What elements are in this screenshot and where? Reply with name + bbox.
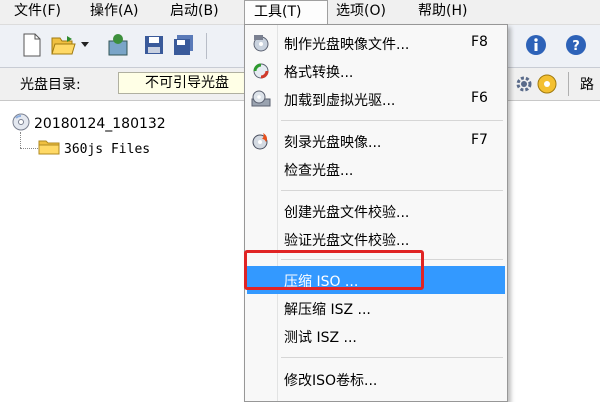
menu-item-label: 测试 ISZ ... [284, 330, 357, 346]
virtual-drive-icon [251, 90, 271, 108]
menu-item-label: 加载到虚拟光驱... [284, 93, 396, 109]
convert-icon [251, 62, 271, 80]
disc-settings-icon[interactable] [536, 73, 558, 99]
menu-options[interactable]: 选项(O) [330, 0, 392, 24]
tree-root-label: 20180124_180132 [34, 116, 166, 132]
burn-icon [251, 132, 271, 150]
menu-file[interactable]: 文件(F) [8, 0, 67, 24]
tree-item-label: 360js Files [64, 141, 151, 157]
menu-item-label: 格式转换... [284, 65, 354, 81]
tree-connector [20, 148, 38, 150]
save-as-icon[interactable] [170, 31, 198, 59]
menu-item-shortcut: F7 [471, 132, 488, 148]
menu-item-shortcut: F8 [471, 34, 488, 50]
tree-root[interactable]: 20180124_180132 [12, 113, 166, 135]
menu-boot[interactable]: 启动(B) [164, 0, 225, 24]
menu-item-shortcut: F6 [471, 90, 488, 106]
menu-action[interactable]: 操作(A) [84, 0, 145, 24]
folder-icon [38, 139, 60, 159]
info-icon[interactable] [522, 31, 550, 59]
menu-item-convert[interactable]: 格式转换... [247, 57, 505, 85]
gear-icon[interactable] [514, 74, 534, 98]
menu-item-label: 创建光盘文件校验... [284, 205, 410, 221]
menu-item-burn-image[interactable]: 刻录光盘映像... F7 [247, 127, 505, 155]
menu-item-check-disc[interactable]: 检查光盘... [247, 155, 505, 183]
svg-text:?: ? [572, 39, 580, 54]
menu-tools[interactable]: 工具(T) [244, 0, 328, 24]
menu-item-label: 刻录光盘映像... [284, 135, 382, 151]
chevron-down-icon[interactable] [78, 31, 92, 59]
menu-separator [281, 190, 503, 191]
tree-item[interactable]: 360js Files [38, 139, 150, 159]
menu-item-mount-virtual[interactable]: 加载到虚拟光驱... F6 [247, 85, 505, 113]
menu-separator [281, 357, 503, 358]
menu-bar: 文件(F) 操作(A) 启动(B) 工具(T) 选项(O) 帮助(H) [0, 0, 600, 25]
menu-item-verify-checksum[interactable]: 验证光盘文件校验... [247, 225, 505, 253]
menu-help[interactable]: 帮助(H) [412, 0, 473, 24]
help-icon[interactable]: ? [562, 31, 590, 59]
menu-item-test-isz[interactable]: 测试 ISZ ... [247, 322, 505, 350]
menu-item-decompress-isz[interactable]: 解压缩 ISZ ... [247, 294, 505, 322]
new-file-icon[interactable] [18, 31, 46, 59]
menu-item-edit-label[interactable]: 修改ISO卷标... [247, 365, 505, 393]
toolbar-separator [206, 33, 207, 59]
menu-item-label: 解压缩 ISZ ... [284, 302, 371, 318]
tree-connector [20, 132, 22, 148]
address-field[interactable]: 不可引导光盘 [118, 72, 258, 94]
open-folder-icon[interactable] [50, 31, 78, 59]
menu-item-make-image[interactable]: 制作光盘映像文件... F8 [247, 29, 505, 57]
path-label: 路 [580, 77, 594, 93]
extract-icon[interactable] [104, 31, 132, 59]
make-image-icon [251, 34, 271, 52]
tools-dropdown-menu: 制作光盘映像文件... F8 格式转换... 加载到虚拟光驱... F6 刻录光… [244, 24, 508, 402]
address-label: 光盘目录: [20, 77, 81, 93]
address-separator [568, 72, 569, 96]
annotation-highlight-box [244, 250, 424, 290]
save-icon[interactable] [140, 31, 168, 59]
menu-item-label: 检查光盘... [284, 163, 354, 179]
menu-item-create-checksum[interactable]: 创建光盘文件校验... [247, 197, 505, 225]
menu-separator [281, 120, 503, 121]
menu-item-label: 修改ISO卷标... [284, 373, 378, 389]
menu-item-label: 验证光盘文件校验... [284, 233, 410, 249]
menu-item-label: 制作光盘映像文件... [284, 37, 410, 53]
